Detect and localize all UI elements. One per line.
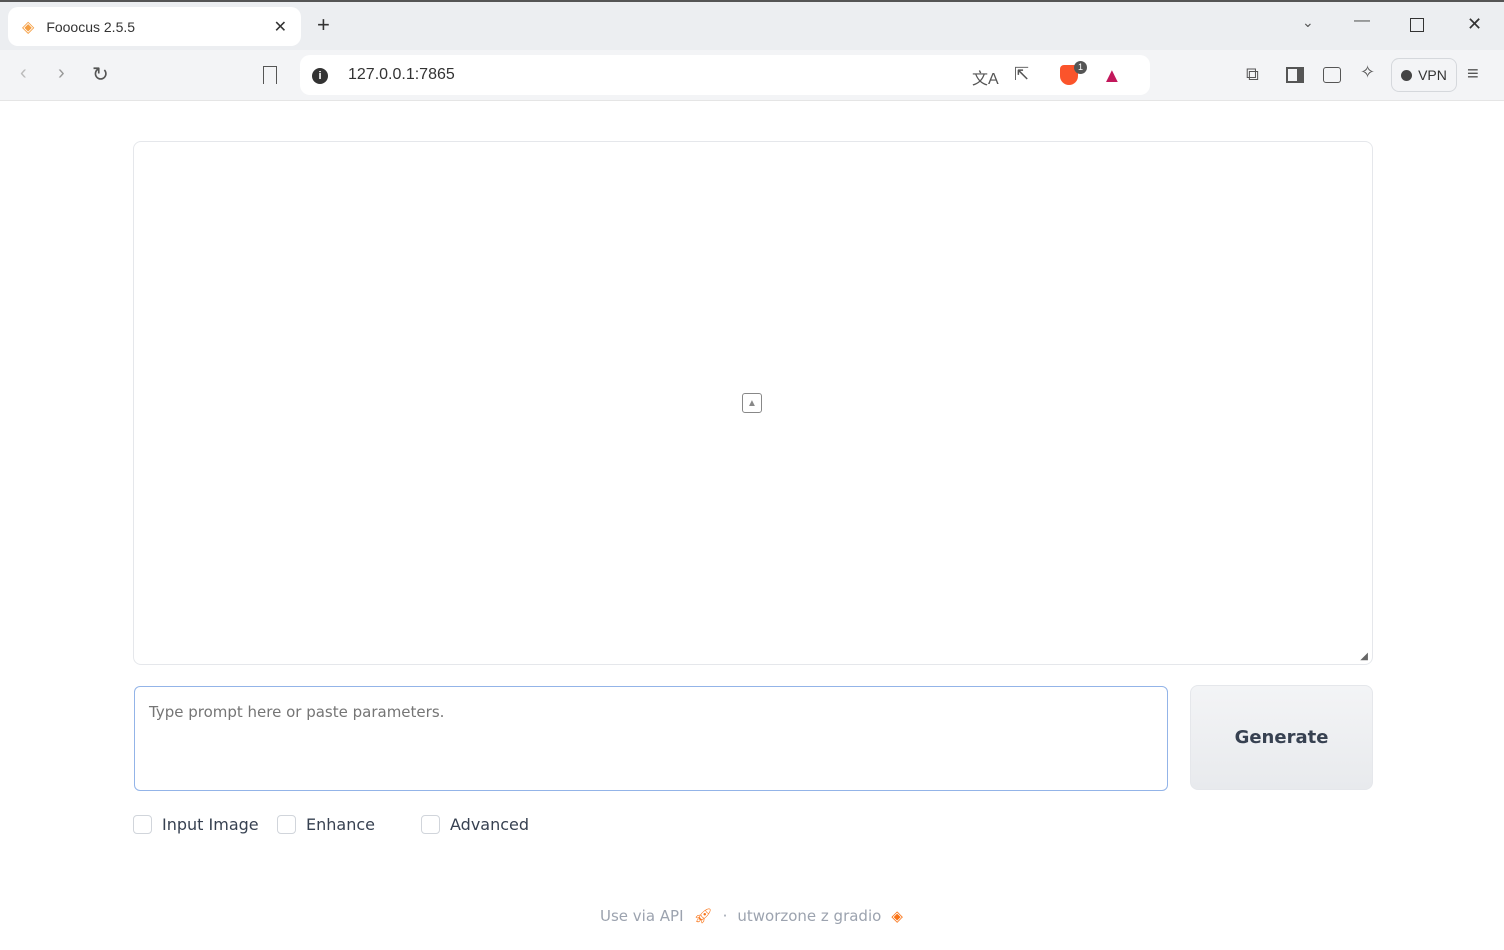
back-icon[interactable]: ‹ [20, 62, 27, 85]
reload-icon[interactable]: ↻ [92, 62, 109, 87]
extensions-icon[interactable]: ⧉ [1246, 64, 1259, 85]
close-window-icon[interactable]: ✕ [1467, 14, 1482, 35]
sidebar-icon[interactable] [1286, 67, 1304, 83]
gradio-logo-icon: ◈ [22, 18, 35, 36]
wallet-icon[interactable] [1323, 67, 1341, 83]
tab-fooocus[interactable]: ◈ Fooocus 2.5.5 ✕ [8, 7, 301, 46]
share-icon[interactable]: ⇱ [1014, 64, 1029, 85]
checkbox-box[interactable] [277, 815, 296, 834]
vpn-status-icon [1401, 69, 1413, 81]
tab-bar: ◈ Fooocus 2.5.5 ✕ + ⌄ — ✕ [0, 0, 1504, 50]
generate-button[interactable]: Generate [1190, 685, 1373, 790]
enhance-checkbox[interactable]: Enhance [277, 815, 375, 834]
gradio-logo-icon: ◈ [891, 907, 903, 925]
image-gallery: ▲ ◢ [133, 141, 1373, 665]
rocket-icon: 🚀︎ [693, 907, 713, 925]
menu-icon[interactable]: ≡ [1467, 63, 1479, 86]
vpn-button[interactable]: VPN [1391, 58, 1457, 92]
prompt-input[interactable] [134, 686, 1168, 791]
new-tab-icon[interactable]: + [317, 12, 330, 38]
tab-list-chevron-icon[interactable]: ⌄ [1302, 14, 1314, 31]
address-bar[interactable]: i 127.0.0.1:7865 文A ⇱ 1 ▲ [300, 55, 1150, 95]
brave-rewards-icon[interactable]: ▲ [1102, 65, 1122, 88]
footer-separator: · [722, 907, 728, 925]
url-text: 127.0.0.1:7865 [348, 66, 455, 83]
input-image-checkbox[interactable]: Input Image [133, 815, 259, 834]
close-tab-icon[interactable]: ✕ [274, 17, 287, 37]
use-via-api-link[interactable]: Use via API [600, 907, 684, 925]
vpn-label: VPN [1418, 67, 1447, 83]
checkbox-label: Advanced [450, 815, 530, 834]
built-with-gradio-link[interactable]: utworzone z gradio [737, 907, 881, 925]
bookmark-icon[interactable] [263, 66, 277, 84]
shield-badge: 1 [1074, 61, 1087, 74]
resize-handle-icon[interactable]: ◢ [1360, 651, 1368, 662]
checkbox-box[interactable] [133, 815, 152, 834]
checkbox-box[interactable] [421, 815, 440, 834]
checkbox-label: Enhance [306, 815, 375, 834]
advanced-checkbox[interactable]: Advanced [421, 815, 529, 834]
leo-ai-icon[interactable]: ✧ [1360, 62, 1375, 83]
image-placeholder-icon: ▲ [742, 393, 762, 413]
tab-title: Fooocus 2.5.5 [46, 18, 136, 35]
toolbar: ‹ › ↻ i 127.0.0.1:7865 文A ⇱ 1 ▲ ⧉ ✧ VPN … [0, 50, 1504, 101]
checkbox-label: Input Image [162, 815, 259, 834]
footer: Use via API 🚀︎ · utworzone z gradio ◈ [600, 907, 903, 925]
translate-icon[interactable]: 文A [972, 65, 999, 89]
forward-icon[interactable]: › [58, 62, 65, 85]
minimize-icon[interactable]: — [1354, 12, 1370, 30]
info-icon[interactable]: i [312, 68, 328, 84]
maximize-icon[interactable] [1410, 18, 1424, 32]
